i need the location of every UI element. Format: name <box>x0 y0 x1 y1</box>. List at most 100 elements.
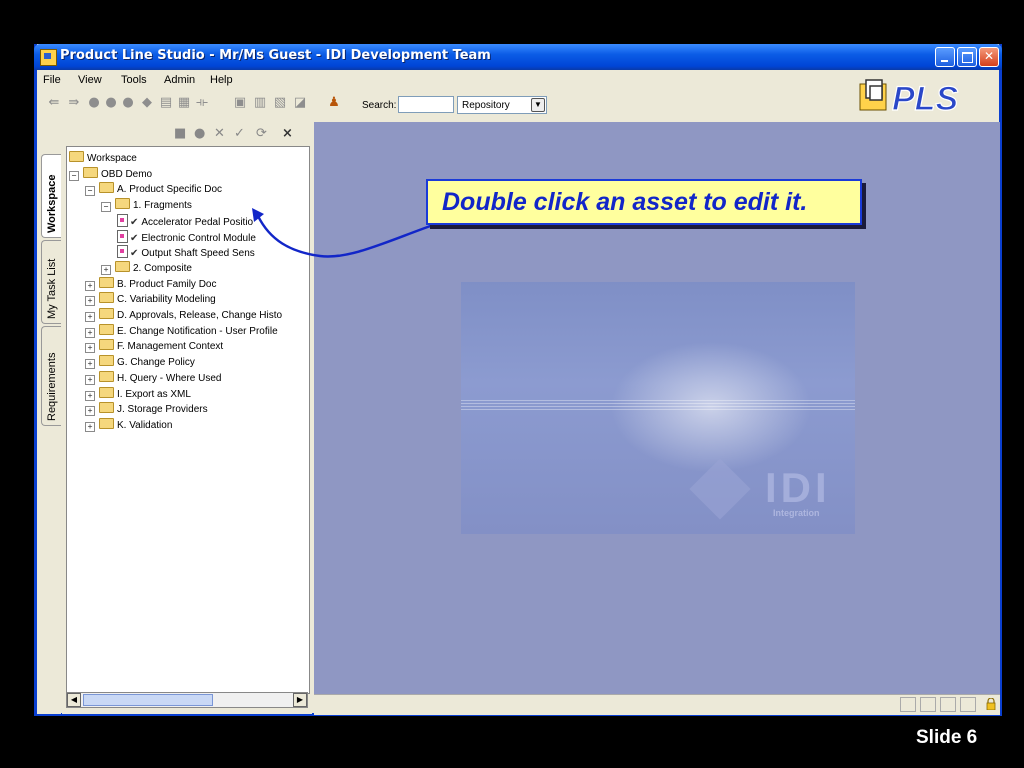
horizontal-scrollbar[interactable]: ◀ ▶ <box>66 692 308 708</box>
tree-node-label: OBD Demo <box>101 168 153 180</box>
expand-icon[interactable]: + <box>101 264 111 275</box>
tree-node[interactable]: − 1. Fragments <box>101 198 192 213</box>
expand-icon[interactable]: + <box>85 343 95 354</box>
menu-admin[interactable]: Admin <box>164 74 195 86</box>
tree-node[interactable]: + J. Storage Providers <box>85 402 208 417</box>
folder-icon <box>99 276 114 288</box>
chevron-down-icon[interactable]: ▼ <box>531 98 545 112</box>
expand-icon[interactable]: + <box>85 374 95 385</box>
checkmark-icon: ✔ <box>130 216 139 228</box>
scroll-thumb[interactable] <box>83 694 213 706</box>
tree-node[interactable]: ✔ Accelerator Pedal Positio <box>117 213 253 229</box>
menu-bar: File View Tools Admin Help <box>37 70 837 90</box>
expand-icon[interactable]: + <box>85 327 95 338</box>
new-folder-icon[interactable]: ■ <box>174 126 186 141</box>
delete-icon[interactable]: ✕ <box>214 126 225 141</box>
tree-toolbar: ■ ● ✕ ✓ ⟳ × <box>62 122 312 146</box>
tree-node[interactable]: + D. Approvals, Release, Change Histo <box>85 308 282 323</box>
new-asset-icon[interactable]: ● <box>194 126 205 141</box>
tree-node[interactable]: + C. Variability Modeling <box>85 292 216 307</box>
tree-node-label: 1. Fragments <box>133 200 192 212</box>
checkmark-icon[interactable]: ✓ <box>234 126 245 141</box>
expand-icon[interactable]: + <box>85 359 95 370</box>
splash-lines <box>461 400 855 412</box>
folder-icon <box>99 402 114 414</box>
collapse-icon[interactable]: − <box>85 186 95 197</box>
tree-node[interactable]: + I. Export as XML <box>85 386 191 402</box>
asset-icon[interactable]: ● <box>121 96 135 110</box>
repository-select[interactable]: Repository ▼ <box>457 96 547 114</box>
export-icon[interactable]: ▧ <box>273 96 287 110</box>
menu-file[interactable]: File <box>43 74 61 86</box>
folder-icon <box>99 386 114 398</box>
tab-requirements[interactable]: Requirements <box>41 326 61 426</box>
tree-node[interactable]: + F. Management Context <box>85 339 223 354</box>
tree-node[interactable]: + G. Change Policy <box>85 355 195 370</box>
tree-node-label: C. Variability Modeling <box>117 294 216 306</box>
lock-icon <box>986 698 996 710</box>
menu-view[interactable]: View <box>78 74 102 86</box>
tree-node-label: B. Product Family Doc <box>117 278 217 290</box>
expand-icon[interactable]: + <box>85 296 95 307</box>
tree-node[interactable]: Workspace <box>69 151 137 166</box>
forward-arrow-icon[interactable]: ⇛ <box>67 96 81 110</box>
tree-node[interactable]: + B. Product Family Doc <box>85 276 217 292</box>
scroll-left-icon[interactable]: ◀ <box>67 693 81 707</box>
checkmark-icon: ✔ <box>130 232 139 244</box>
folder-icon <box>99 339 114 351</box>
asset-icon[interactable]: ● <box>87 96 101 110</box>
refresh-icon[interactable]: ⟳ <box>256 126 267 141</box>
maximize-button[interactable] <box>957 47 977 67</box>
close-button[interactable]: ✕ <box>979 47 999 67</box>
user-icon[interactable]: ♟ <box>327 96 341 110</box>
collapse-icon[interactable]: − <box>69 170 79 181</box>
status-cell <box>940 697 956 712</box>
menu-help[interactable]: Help <box>210 74 233 86</box>
print-icon[interactable]: ◪ <box>293 96 307 110</box>
folder-icon <box>99 292 114 304</box>
status-cell <box>960 697 976 712</box>
splash-brand: IDI <box>765 464 831 511</box>
tree-node[interactable]: +2. Composite <box>101 260 192 276</box>
folder-icon <box>115 260 130 272</box>
asset-icon[interactable]: ● <box>104 96 118 110</box>
tree-node[interactable]: ✔ Output Shaft Speed Sens <box>117 245 255 260</box>
logo-text: PLS <box>892 80 958 118</box>
scroll-right-icon[interactable]: ▶ <box>293 693 307 707</box>
branch-icon[interactable]: ⟛ <box>195 96 209 110</box>
back-arrow-icon[interactable]: ⇚ <box>47 96 61 110</box>
expand-icon[interactable]: + <box>85 406 95 417</box>
tree-node[interactable]: ✔ Electronic Control Module <box>117 229 256 245</box>
status-cell <box>920 697 936 712</box>
callout-text: Double click an asset to edit it. <box>442 188 808 216</box>
save-icon[interactable]: ▣ <box>233 96 247 110</box>
tab-workspace[interactable]: Workspace <box>41 154 61 238</box>
close-icon[interactable]: × <box>282 126 293 141</box>
document-icon[interactable]: ▤ <box>159 96 173 110</box>
expand-icon[interactable]: + <box>85 390 95 401</box>
tree-node[interactable]: + H. Query - Where Used <box>85 370 221 386</box>
folder-open-icon <box>115 198 130 210</box>
menu-tools[interactable]: Tools <box>121 74 147 86</box>
package-icon[interactable]: ◆ <box>140 96 154 110</box>
callout-box: Double click an asset to edit it. <box>426 179 862 225</box>
tree-node[interactable]: + E. Change Notification - User Profile <box>85 323 278 339</box>
expand-icon[interactable]: + <box>85 280 95 291</box>
document-list-icon[interactable]: ▦ <box>177 96 191 110</box>
expand-icon[interactable]: + <box>85 312 95 322</box>
tree-node-label: I. Export as XML <box>117 388 191 400</box>
tree-node[interactable]: − A. Product Specific Doc <box>85 182 222 197</box>
tab-my-task-list[interactable]: My Task List <box>41 240 61 324</box>
tree-node[interactable]: + K. Validation <box>85 417 172 433</box>
minimize-button[interactable] <box>935 47 955 67</box>
search-input[interactable] <box>398 96 454 113</box>
collapse-icon[interactable]: − <box>101 202 111 213</box>
checkmark-icon: ✔ <box>130 248 139 260</box>
import-icon[interactable]: ▥ <box>253 96 267 110</box>
folder-icon <box>99 355 114 367</box>
title-bar[interactable]: Product Line Studio - Mr/Ms Guest - IDI … <box>34 44 1002 70</box>
sidebar-tabs: Workspace My Task List Requirements <box>37 122 61 714</box>
tree-node[interactable]: − OBD Demo <box>69 166 153 182</box>
splash-subtitle: Integration <box>773 508 820 518</box>
expand-icon[interactable]: + <box>85 421 95 432</box>
